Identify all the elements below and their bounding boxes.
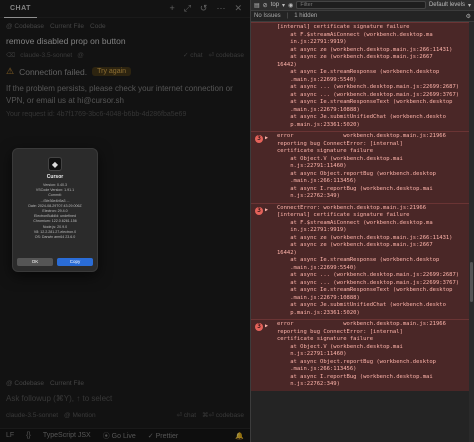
console-line: in.js:22791:9919): [277, 227, 347, 233]
console-error-entry[interactable]: 3 ▶ error workbench.desktop.main.js:21966 r…: [251, 131, 474, 203]
console-line: at async Ie.streamResponseText (workbenc…: [277, 287, 453, 293]
console-line: .main.js:22679:10888): [277, 294, 360, 301]
console-line: at Object.V (workbench.desktop.mai: [277, 343, 403, 350]
console-line: .main.js:266:113456): [277, 178, 357, 184]
console-line: error workbench.desktop.main.js:21966: [277, 321, 446, 327]
console-line: .main.js:22699:5540): [277, 76, 357, 83]
about-info-line: OS: Darwin arm64 23.6.0: [34, 235, 76, 240]
console-line: at async ... (workbench.desktop.main.js:…: [277, 272, 460, 278]
console-line: at async ze (workbench.desktop.main.js:2…: [277, 234, 453, 241]
console-line: at F.$streamAiConnect (workbench.desktop…: [277, 31, 433, 38]
devtools-console: ▤ ⊘ top ▾ ◉ Filter Default levels ▾ No I…: [250, 0, 474, 442]
ok-button[interactable]: OK: [17, 258, 53, 266]
expand-triangle-icon[interactable]: ▶: [265, 323, 268, 331]
console-stack-continuation[interactable]: [internal] certificate signature failure…: [251, 22, 474, 131]
error-count-badge: 3: [255, 135, 263, 143]
console-line: at async Ie.streamResponse (workbench.de…: [277, 257, 440, 263]
chevron-down-icon[interactable]: ▾: [282, 2, 285, 9]
console-line: at async ... (workbench.desktop.main.js:…: [277, 91, 460, 98]
console-line: n.js:22762:349): [277, 381, 340, 387]
console-line: [internal] certificate signature failure: [277, 24, 410, 30]
console-toolbar: ▤ ⊘ top ▾ ◉ Filter Default levels ▾: [251, 0, 474, 11]
console-line: .main.js:266:113456): [277, 366, 357, 372]
console-line: at F.$streamAiConnect (workbench.desktop…: [277, 219, 433, 226]
eye-icon[interactable]: ◉: [288, 2, 293, 9]
console-line: p.main.js:23361:5020): [277, 121, 360, 128]
console-line: certificate signature failure: [277, 148, 374, 154]
clear-console-icon[interactable]: ⊘: [263, 2, 268, 9]
console-line: at async I.reportBug (workbench.desktop.…: [277, 373, 433, 380]
expand-triangle-icon[interactable]: ▶: [265, 135, 268, 143]
chevron-down-icon[interactable]: ▾: [468, 2, 471, 9]
console-line: in.js:22791:9919): [277, 39, 347, 45]
console-line: at async ze (workbench.desktop.main.js:2…: [277, 242, 433, 248]
console-line: at async ... (workbench.desktop.main.js:…: [277, 279, 460, 286]
console-line: at async Ie.streamResponse (workbench.de…: [277, 69, 440, 75]
console-line: at async Je.submitUnifiedChat (workbench…: [277, 302, 446, 308]
console-line: 16442): [277, 249, 297, 256]
console-line: certificate signature failure: [277, 336, 374, 342]
console-scrollbar[interactable]: [469, 22, 474, 442]
console-line: p.main.js:23361:5020): [277, 309, 360, 316]
console-line: at Object.V (workbench.desktop.mai: [277, 155, 403, 162]
cursor-logo-icon: ◆: [48, 157, 62, 171]
about-info: Version: 0.40.3 VSCode Version: 1.91.1 Com…: [13, 183, 97, 240]
context-selector[interactable]: top: [271, 2, 279, 8]
error-count-badge: 3: [255, 206, 263, 215]
console-line: .main.js:22679:10888): [277, 106, 360, 113]
issues-bar: No Issues | 1 hidden ⚙: [251, 11, 474, 22]
console-line: reporting bug ConnectError: [internal]: [277, 328, 403, 335]
hidden-count[interactable]: 1 hidden: [294, 13, 317, 19]
console-line: at async Ie.streamResponseText (workbenc…: [277, 99, 453, 105]
console-line: [internal] certificate signature failure: [277, 212, 410, 218]
console-line: error workbench.desktop.main.js:21966: [277, 133, 446, 139]
console-line: at async ... (workbench.desktop.main.js:…: [277, 84, 460, 90]
console-line: at async I.reportBug (workbench.desktop.…: [277, 185, 433, 192]
console-line: at async Object.reportBug (workbench.des…: [277, 170, 436, 177]
console-log: [internal] certificate signature failure…: [251, 22, 474, 442]
issues-count[interactable]: No Issues: [254, 13, 281, 19]
console-error-entry[interactable]: 3 ▶ error workbench.desktop.main.js:21966 r…: [251, 319, 474, 391]
console-error-entry[interactable]: 3 ▶ ConnectError: workbench.desktop.main.j…: [251, 202, 474, 319]
console-line: reporting bug ConnectError: [internal]: [277, 140, 403, 147]
console-line: ConnectError: workbench.desktop.main.js:…: [277, 204, 427, 211]
console-line: n.js:22791:11460): [277, 351, 347, 357]
console-line: at async Object.reportBug (workbench.des…: [277, 358, 436, 365]
scrollbar-thumb[interactable]: [470, 262, 473, 302]
console-line: at async ze (workbench.desktop.main.js:2…: [277, 54, 433, 60]
sidebar-toggle-icon[interactable]: ▤: [254, 2, 260, 9]
expand-triangle-icon[interactable]: ▶: [265, 207, 268, 215]
copy-button[interactable]: Copy: [57, 258, 93, 266]
console-line: n.js:22791:11460): [277, 163, 347, 169]
error-count-badge: 3: [255, 323, 263, 331]
console-line: 16442): [277, 61, 297, 68]
console-line: .main.js:22699:5540): [277, 264, 357, 271]
console-line: n.js:22762:349): [277, 193, 340, 199]
console-filter-input[interactable]: Filter: [296, 1, 426, 9]
settings-gear-icon[interactable]: ⚙: [466, 13, 471, 20]
about-dialog: ◆ Cursor Version: 0.40.3 VSCode Version: …: [12, 148, 98, 272]
about-app-name: Cursor: [46, 174, 64, 180]
console-line: at async Je.submitUnifiedChat (workbench…: [277, 114, 446, 120]
log-levels-dropdown[interactable]: Default levels: [429, 2, 465, 8]
console-line: at async ze (workbench.desktop.main.js:2…: [277, 46, 453, 53]
